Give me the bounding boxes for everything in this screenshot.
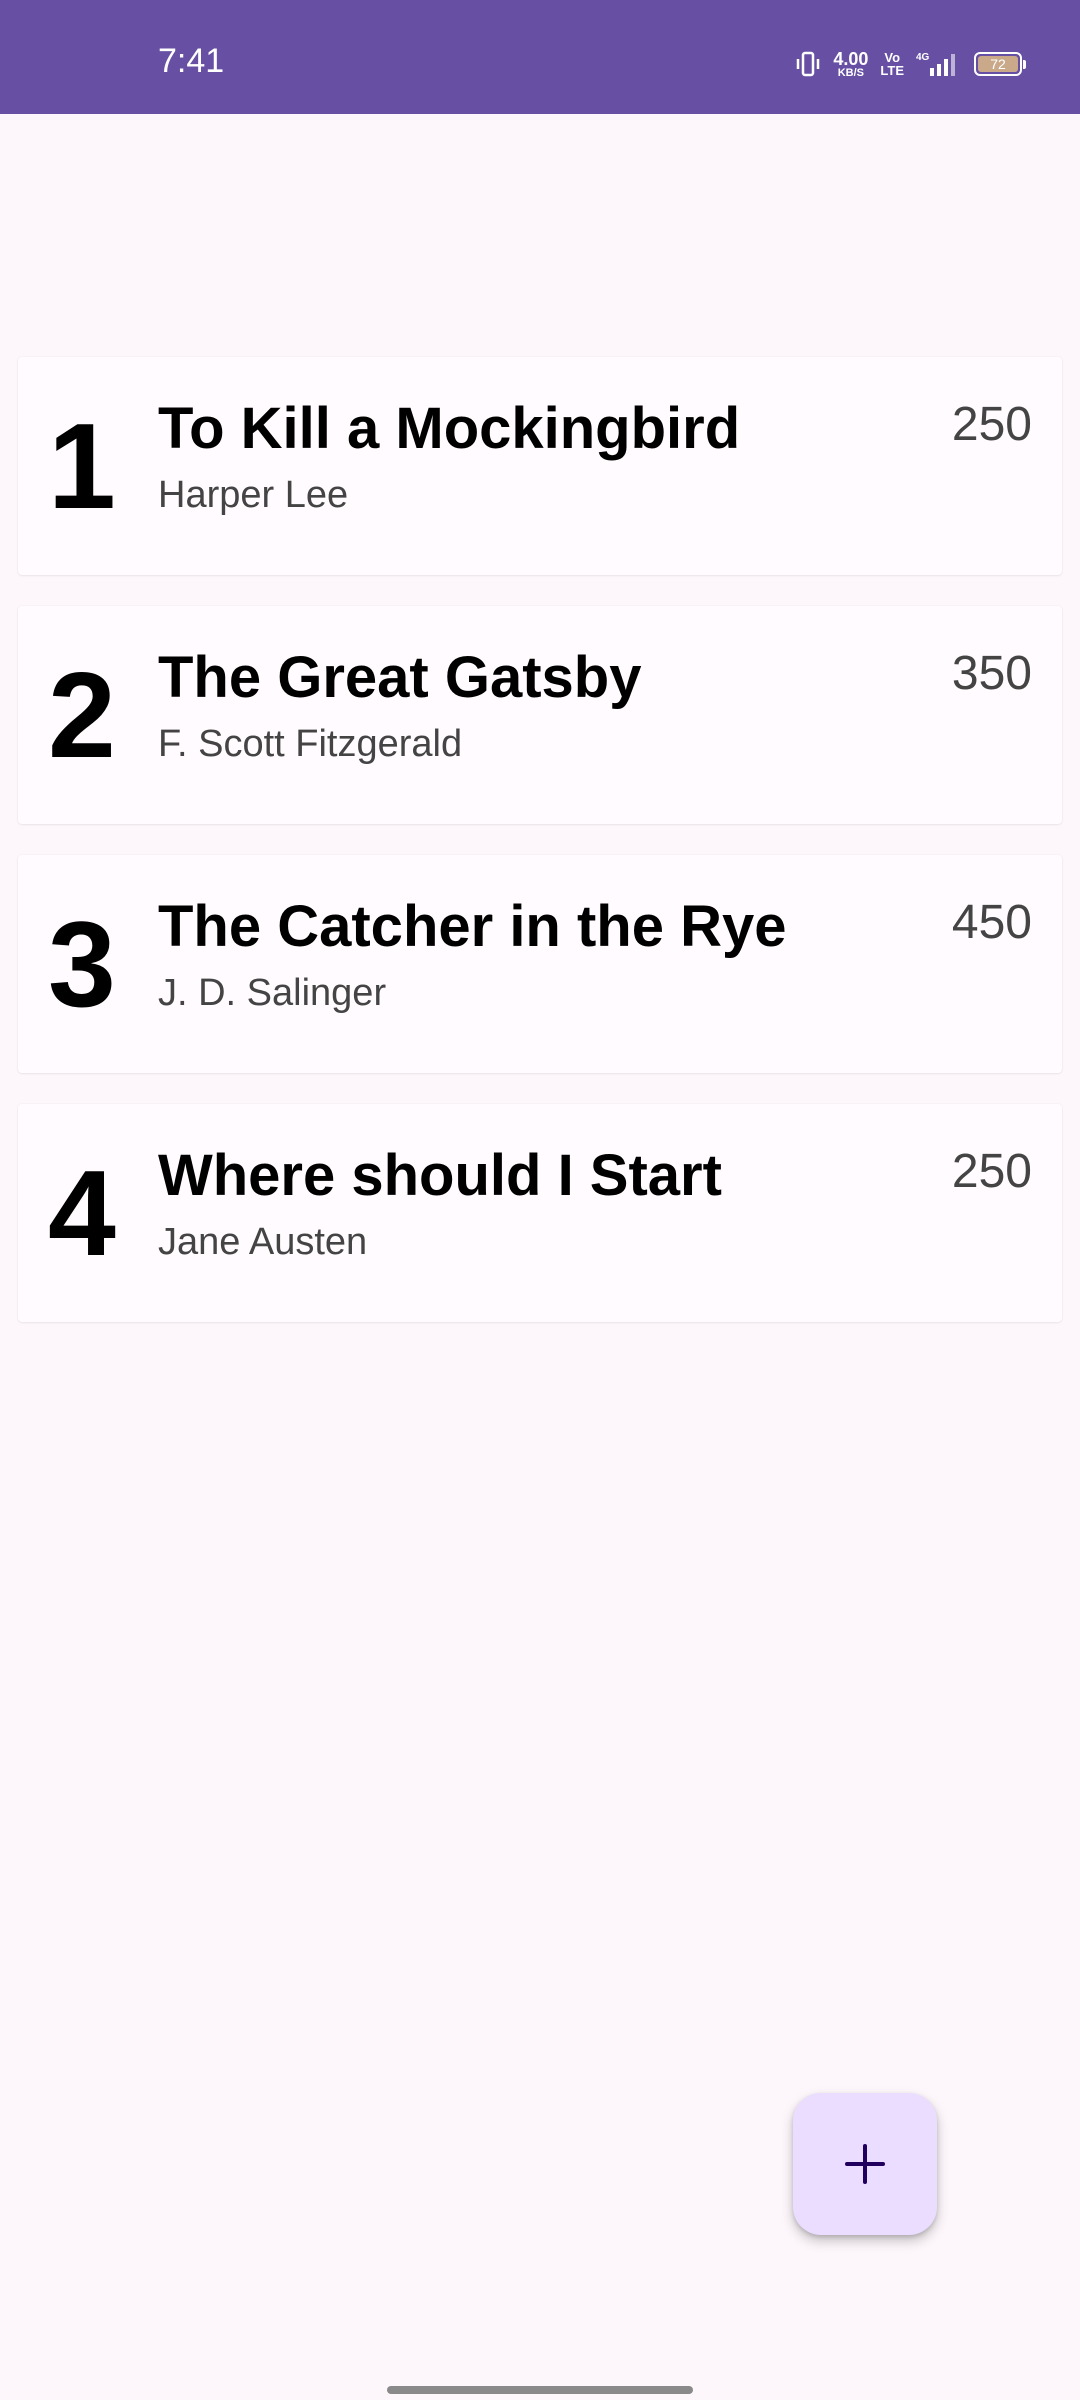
book-rank: 1 <box>48 398 116 534</box>
book-card[interactable]: 1 To Kill a Mockingbird Harper Lee 250 <box>18 357 1062 575</box>
vibrate-icon <box>797 51 820 77</box>
volte-bottom: LTE <box>880 63 904 78</box>
gesture-navigation-bar[interactable] <box>387 2386 693 2394</box>
network-speed-value: 4.00 <box>833 48 869 69</box>
network-type-label: 4G <box>916 52 930 63</box>
network-speed-unit: KB/S <box>837 66 865 79</box>
battery-icon: 72 <box>974 52 1026 76</box>
book-pages: 250 <box>951 398 1032 451</box>
book-author: Harper Lee <box>158 474 349 516</box>
book-pages: 250 <box>951 1145 1032 1198</box>
book-author: F. Scott Fitzgerald <box>158 723 463 765</box>
book-title: Where should I Start <box>158 1143 722 1208</box>
book-card[interactable]: 2 The Great Gatsby F. Scott Fitzgerald 3… <box>18 606 1062 824</box>
book-pages: 350 <box>951 647 1032 700</box>
book-list: 1 To Kill a Mockingbird Harper Lee 250 2… <box>18 357 1062 1353</box>
book-card[interactable]: 3 The Catcher in the Rye J. D. Salinger … <box>18 855 1062 1073</box>
book-title: The Great Gatsby <box>158 645 642 710</box>
plus-icon <box>845 2144 885 2184</box>
book-pages: 450 <box>951 896 1032 949</box>
book-rank: 4 <box>48 1145 116 1281</box>
book-title: To Kill a Mockingbird <box>158 396 741 461</box>
status-icons: 4.00 KB/S Vo LTE 4G 72 <box>795 48 1026 80</box>
book-author: Jane Austen <box>158 1221 368 1263</box>
status-time: 7:41 <box>158 42 225 80</box>
book-rank: 2 <box>48 647 116 783</box>
book-title: The Catcher in the Rye <box>158 894 787 959</box>
book-card[interactable]: 4 Where should I Start Jane Austen 250 <box>18 1104 1062 1322</box>
signal-icon: 4G <box>916 52 955 76</box>
book-author: J. D. Salinger <box>158 972 387 1014</box>
add-book-button[interactable] <box>793 2093 937 2235</box>
app-screen: 7:41 4.00 KB/S Vo LTE 4G 72 1 To Kill a … <box>0 0 1080 2400</box>
volte-indicator: Vo LTE <box>880 51 904 77</box>
network-speed: 4.00 KB/S <box>833 50 868 79</box>
book-rank: 3 <box>48 896 116 1032</box>
battery-level: 72 <box>978 56 1018 72</box>
status-bar: 7:41 4.00 KB/S Vo LTE 4G 72 <box>0 0 1080 114</box>
